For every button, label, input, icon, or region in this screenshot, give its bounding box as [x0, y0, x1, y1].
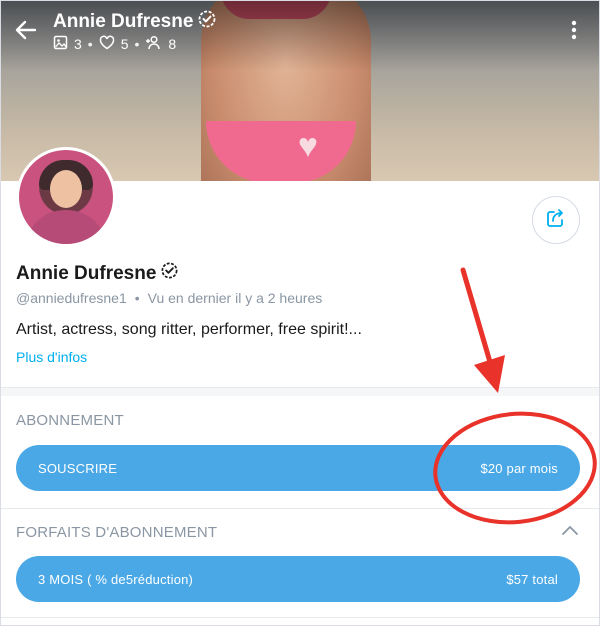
cover-heart: ♥ [297, 127, 319, 165]
bundle-price: $57 total [506, 571, 558, 587]
profile-bio: Artist, actress, song ritter, performer,… [16, 321, 362, 338]
subscribe-label: SOUSCRIRE [38, 460, 118, 476]
more-options-icon[interactable] [563, 17, 585, 43]
profile-name: Annie Dufresne [16, 261, 179, 286]
bundles-section-title: FORFAITS D'ABONNEMENT [16, 524, 218, 541]
image-icon [53, 35, 68, 53]
photo-count: 3 [74, 36, 82, 52]
subscribe-button[interactable]: SOUSCRIRE $20 par mois [16, 445, 580, 491]
avatar[interactable] [16, 147, 116, 247]
fans-icon [145, 35, 162, 53]
subscribe-price: $20 par mois [480, 460, 558, 476]
chevron-up-icon[interactable] [561, 523, 579, 537]
fan-count: 8 [168, 36, 177, 52]
header-name-text: Annie Dufresne [53, 11, 194, 32]
verified-icon [197, 9, 217, 35]
divider [1, 508, 599, 509]
header-name: Annie Dufresne [53, 9, 217, 35]
heart-icon [99, 35, 115, 53]
back-arrow-icon[interactable] [13, 17, 39, 43]
profile-page: ♥ Annie Dufresne 3 • 5 • 8 Annie Dufresn… [0, 0, 600, 626]
share-icon [545, 207, 567, 234]
profile-meta: @anniedufresne1 • Vu en dernier il y a 2… [16, 290, 322, 306]
bundle-button[interactable]: 3 MOIS ( % de5réduction) $57 total [16, 556, 580, 602]
bundle-label: 3 MOIS ( % de5réduction) [38, 571, 194, 587]
avatar-face [50, 170, 82, 208]
avatar-shirt [25, 210, 107, 244]
section-gap [1, 388, 599, 396]
last-seen: Vu en dernier il y a 2 heures [147, 290, 323, 306]
profile-name-text: Annie Dufresne [16, 262, 157, 284]
stats-separator: • [87, 36, 93, 52]
subscription-section-title: ABONNEMENT [16, 412, 124, 429]
verified-icon [160, 261, 179, 286]
profile-handle: @anniedufresne1 [16, 290, 127, 306]
meta-separator: • [134, 290, 140, 306]
divider [1, 617, 599, 618]
like-count: 5 [120, 36, 129, 52]
share-button[interactable] [532, 196, 580, 244]
header-stats: 3 • 5 • 8 [53, 35, 176, 53]
more-info-link[interactable]: Plus d'infos [16, 349, 87, 365]
stats-separator: • [134, 36, 140, 52]
